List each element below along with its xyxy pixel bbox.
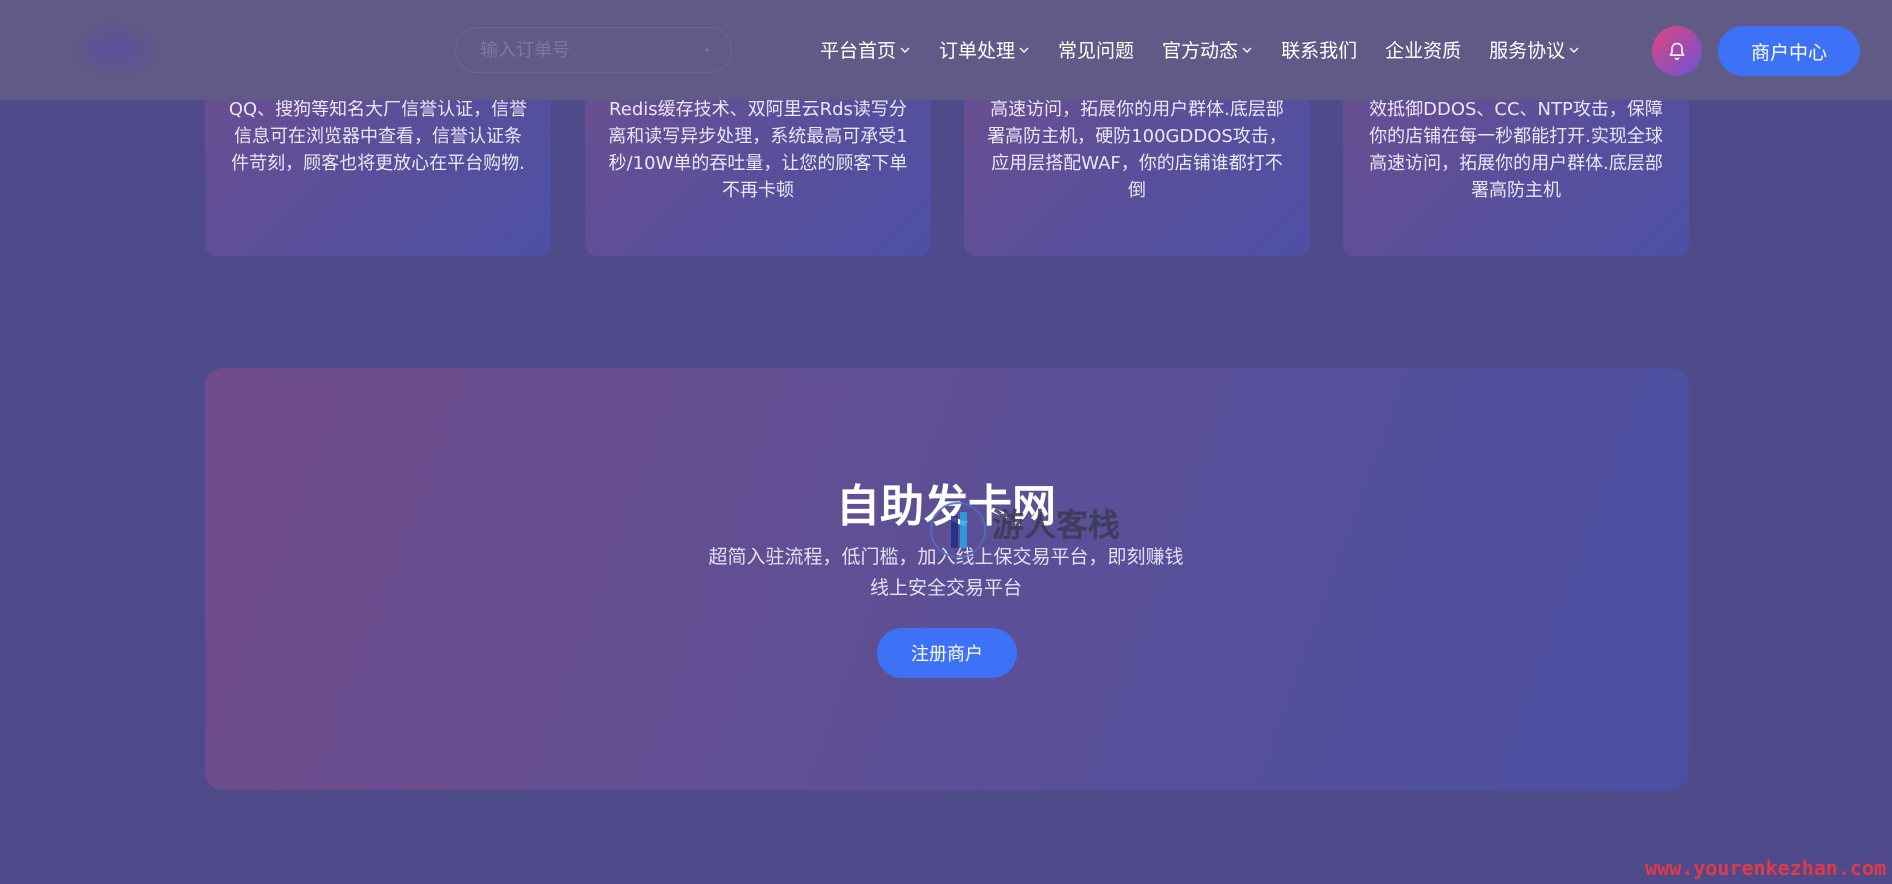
watermark-url: www.yourenkezhan.com bbox=[1645, 856, 1886, 880]
nav-item-news[interactable]: 官方动态 bbox=[1162, 36, 1253, 63]
feature-card-text: 高速访问，拓展你的用户群体.底层部署高防主机，硬防100GDDOS攻击，应用层搭… bbox=[987, 99, 1287, 201]
chevron-down-icon bbox=[1019, 47, 1029, 53]
nav-item-label: 平台首页 bbox=[820, 40, 897, 62]
nav-item-label: 订单处理 bbox=[939, 40, 1016, 62]
nav-item-label: 常见问题 bbox=[1058, 40, 1135, 62]
chevron-down-icon bbox=[900, 47, 910, 53]
nav-item-agreement[interactable]: 服务协议 bbox=[1489, 36, 1580, 63]
nav-item-faq[interactable]: 常见问题 bbox=[1058, 36, 1134, 63]
main-nav: 平台首页 订单处理 常见问题 官方动态 联系我们 企业资质 服务协议 bbox=[820, 36, 1608, 63]
order-search-input[interactable] bbox=[456, 28, 705, 72]
watermark-logo-icon bbox=[930, 502, 986, 558]
feature-card-text: Redis缓存技术、双阿里云Rds读写分离和读写异步处理，系统最高可承受1秒/1… bbox=[608, 99, 908, 201]
search-icon[interactable] bbox=[705, 39, 709, 61]
nav-item-label: 服务协议 bbox=[1489, 40, 1566, 62]
nav-item-contact[interactable]: 联系我们 bbox=[1281, 36, 1357, 63]
feature-card-text: 效抵御DDOS、CC、NTP攻击，保障你的店铺在每一秒都能打开.实现全球高速访问… bbox=[1369, 99, 1663, 201]
merchant-center-button[interactable]: 商户中心 bbox=[1718, 26, 1860, 76]
nav-item-label: 联系我们 bbox=[1281, 40, 1358, 62]
top-header: 平台首页 订单处理 常见问题 官方动态 联系我们 企业资质 服务协议 bbox=[0, 0, 1892, 100]
nav-item-home[interactable]: 平台首页 bbox=[820, 36, 911, 63]
register-merchant-button[interactable]: 注册商户 bbox=[877, 628, 1017, 678]
nav-item-label: 官方动态 bbox=[1162, 40, 1239, 62]
bell-icon bbox=[1669, 42, 1685, 61]
cta-tagline: 线上安全交易平台 bbox=[869, 577, 1022, 599]
order-search-box[interactable] bbox=[455, 27, 732, 73]
watermark-text: 游人客栈 bbox=[992, 506, 1121, 544]
nav-item-qualification[interactable]: 企业资质 bbox=[1385, 36, 1461, 63]
notification-button[interactable] bbox=[1652, 26, 1702, 76]
nav-item-label: 企业资质 bbox=[1385, 40, 1462, 62]
nav-item-orders[interactable]: 订单处理 bbox=[939, 36, 1030, 63]
site-logo[interactable] bbox=[70, 20, 160, 80]
feature-card-text: QQ、搜狗等知名大厂信誉认证，信誉信息可在浏览器中查看，信誉认证条件苛刻，顾客也… bbox=[228, 99, 528, 174]
chevron-down-icon bbox=[1569, 47, 1579, 53]
chevron-down-icon bbox=[1242, 47, 1252, 53]
